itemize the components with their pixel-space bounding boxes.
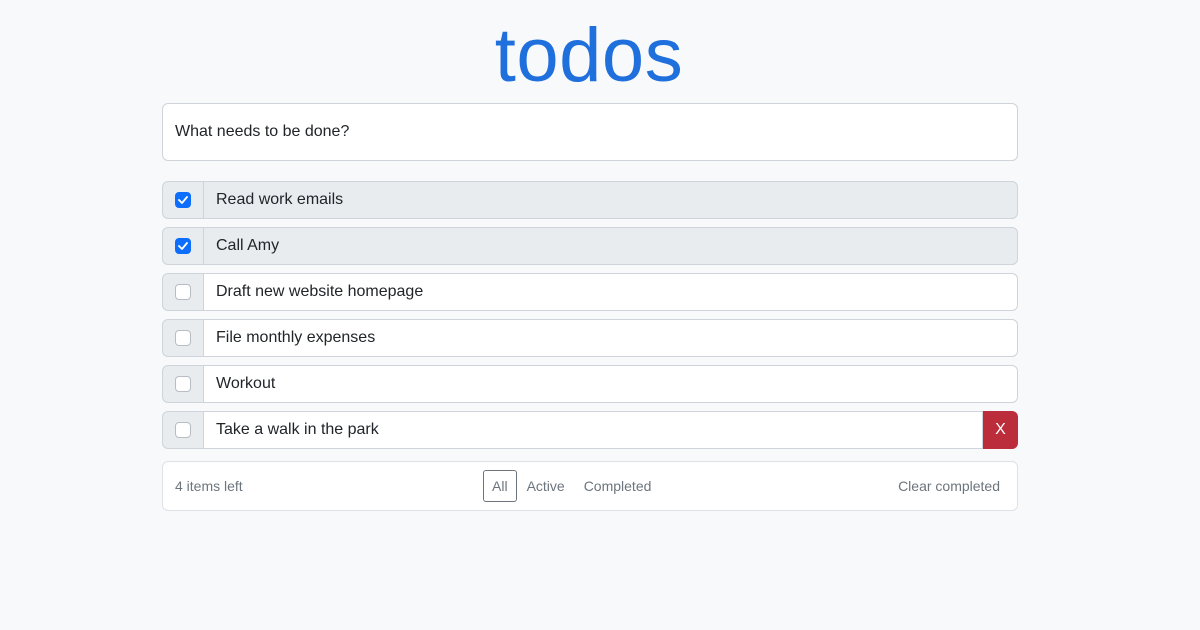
todo-label[interactable]: Read work emails: [204, 181, 1018, 219]
todo-checkbox[interactable]: [175, 284, 191, 300]
todo-item: File monthly expenses: [162, 319, 1018, 357]
todo-label[interactable]: Draft new website homepage: [204, 273, 1018, 311]
todo-footer: 4 items left All Active Completed Clear …: [162, 461, 1018, 511]
filter-active[interactable]: Active: [518, 470, 574, 502]
todo-toggle-cell: [162, 181, 204, 219]
delete-todo-button[interactable]: X: [983, 411, 1018, 449]
todo-label[interactable]: Workout: [204, 365, 1018, 403]
todo-label[interactable]: Call Amy: [204, 227, 1018, 265]
todo-checkbox[interactable]: [175, 422, 191, 438]
todo-toggle-cell: [162, 411, 204, 449]
new-todo-input[interactable]: [162, 103, 1018, 161]
todo-toggle-cell: [162, 273, 204, 311]
todo-item: Workout: [162, 365, 1018, 403]
todo-checkbox[interactable]: [175, 330, 191, 346]
todo-item: Read work emails: [162, 181, 1018, 219]
checkmark-icon: [178, 196, 188, 204]
todo-checkbox[interactable]: [175, 376, 191, 392]
todo-toggle-cell: [162, 365, 204, 403]
todo-list: Read work emails Call Amy Draft new webs…: [162, 181, 1018, 457]
todo-checkbox[interactable]: [175, 192, 191, 208]
todo-app: todos Read work emails Call Amy: [0, 0, 1200, 630]
todo-toggle-cell: [162, 319, 204, 357]
todo-label[interactable]: File monthly expenses: [204, 319, 1018, 357]
filter-group: All Active Completed: [483, 470, 661, 502]
filter-completed[interactable]: Completed: [575, 470, 661, 502]
todo-label[interactable]: Take a walk in the park: [204, 411, 983, 449]
clear-completed-button[interactable]: Clear completed: [898, 462, 1000, 510]
todo-checkbox[interactable]: [175, 238, 191, 254]
checkmark-icon: [178, 242, 188, 250]
app-title: todos: [494, 13, 684, 98]
todo-item: Call Amy: [162, 227, 1018, 265]
items-left-count: 4 items left: [175, 478, 243, 494]
filter-all[interactable]: All: [483, 470, 517, 502]
todo-toggle-cell: [162, 227, 204, 265]
todo-item: Draft new website homepage: [162, 273, 1018, 311]
todo-item: Take a walk in the park X: [162, 411, 1018, 449]
